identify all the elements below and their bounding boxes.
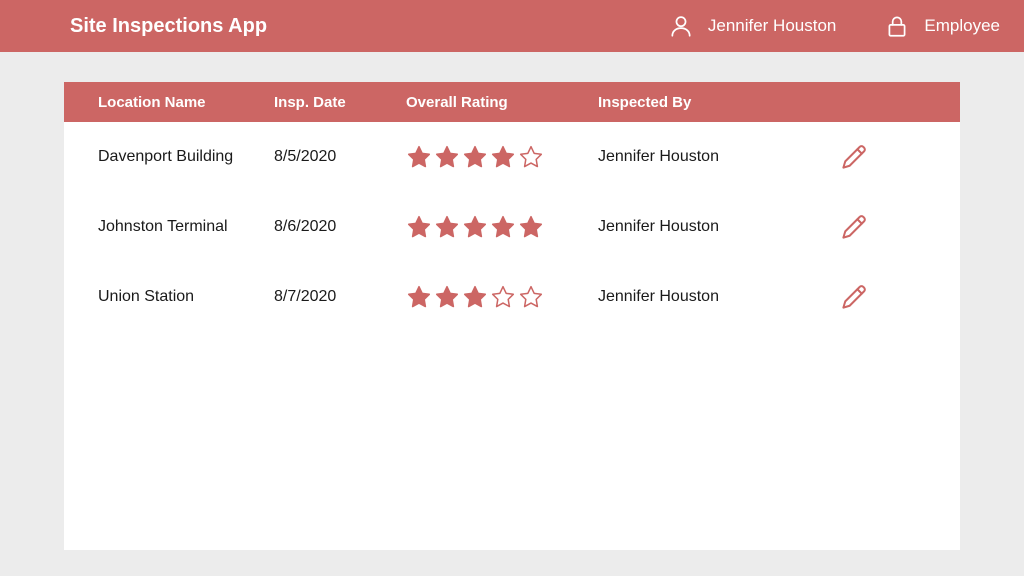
col-header-inspector: Inspected By bbox=[598, 94, 794, 111]
pencil-icon bbox=[839, 142, 869, 172]
star-filled-icon bbox=[406, 144, 432, 170]
table-row: Union Station8/7/2020 Jennifer Houston bbox=[64, 262, 960, 332]
pencil-icon bbox=[839, 282, 869, 312]
lock-icon bbox=[884, 13, 910, 39]
inspection-table-card: Location Name Insp. Date Overall Rating … bbox=[64, 82, 960, 550]
col-header-location: Location Name bbox=[98, 94, 274, 111]
user-name-label: Jennifer Houston bbox=[708, 16, 837, 36]
table-row: Johnston Terminal8/6/2020 Jennifer Housto… bbox=[64, 192, 960, 262]
star-filled-icon bbox=[406, 214, 432, 240]
cell-location: Union Station bbox=[98, 288, 274, 306]
rating-stars bbox=[406, 284, 598, 310]
star-filled-icon bbox=[490, 214, 516, 240]
cell-location: Davenport Building bbox=[98, 148, 274, 166]
edit-button[interactable] bbox=[839, 142, 869, 172]
user-menu[interactable]: Jennifer Houston bbox=[668, 13, 837, 39]
table-body: Davenport Building8/5/2020 Jennifer Houst… bbox=[64, 122, 960, 332]
cell-inspector: Jennifer Houston bbox=[598, 148, 794, 166]
rating-stars bbox=[406, 214, 598, 240]
star-outline-icon bbox=[518, 284, 544, 310]
edit-button[interactable] bbox=[839, 212, 869, 242]
star-filled-icon bbox=[490, 144, 516, 170]
star-filled-icon bbox=[518, 214, 544, 240]
cell-inspector: Jennifer Houston bbox=[598, 218, 794, 236]
pencil-icon bbox=[839, 212, 869, 242]
cell-date: 8/6/2020 bbox=[274, 218, 406, 236]
role-menu[interactable]: Employee bbox=[884, 13, 1000, 39]
cell-rating bbox=[406, 284, 598, 310]
star-outline-icon bbox=[490, 284, 516, 310]
star-filled-icon bbox=[434, 284, 460, 310]
person-icon bbox=[668, 13, 694, 39]
app-title: Site Inspections App bbox=[70, 15, 267, 38]
col-header-rating: Overall Rating bbox=[406, 94, 598, 111]
star-filled-icon bbox=[406, 284, 432, 310]
table-header: Location Name Insp. Date Overall Rating … bbox=[64, 82, 960, 122]
cell-rating bbox=[406, 214, 598, 240]
star-filled-icon bbox=[434, 214, 460, 240]
app-header: Site Inspections App Jennifer Houston Em… bbox=[0, 0, 1024, 52]
role-label: Employee bbox=[924, 16, 1000, 36]
cell-rating bbox=[406, 144, 598, 170]
cell-date: 8/5/2020 bbox=[274, 148, 406, 166]
star-filled-icon bbox=[462, 284, 488, 310]
star-outline-icon bbox=[518, 144, 544, 170]
star-filled-icon bbox=[462, 214, 488, 240]
star-filled-icon bbox=[434, 144, 460, 170]
col-header-date: Insp. Date bbox=[274, 94, 406, 111]
cell-inspector: Jennifer Houston bbox=[598, 288, 794, 306]
rating-stars bbox=[406, 144, 598, 170]
cell-date: 8/7/2020 bbox=[274, 288, 406, 306]
edit-button[interactable] bbox=[839, 282, 869, 312]
cell-location: Johnston Terminal bbox=[98, 218, 274, 236]
star-filled-icon bbox=[462, 144, 488, 170]
table-row: Davenport Building8/5/2020 Jennifer Houst… bbox=[64, 122, 960, 192]
